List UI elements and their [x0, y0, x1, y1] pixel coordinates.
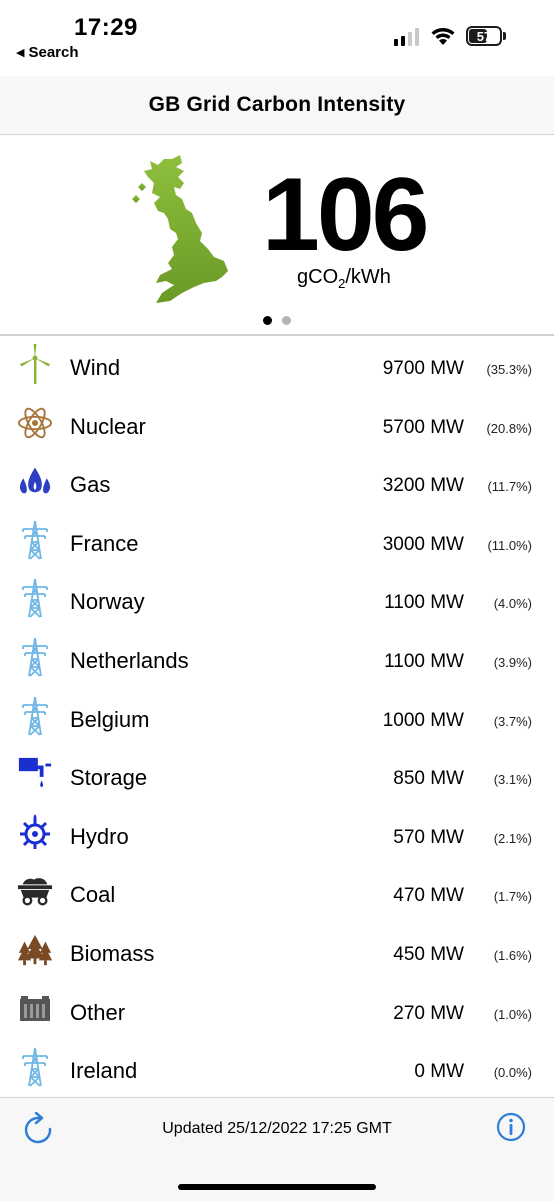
- source-percentage: (0.0%): [493, 1065, 532, 1081]
- source-name: Ireland: [70, 1058, 138, 1084]
- source-megawatts: 1100 MW: [384, 650, 464, 672]
- source-percentage: (4.0%): [493, 596, 532, 612]
- battery-block-icon: [17, 989, 53, 1029]
- list-item[interactable]: Coal 470 MW (1.7%): [0, 863, 554, 922]
- page-dot[interactable]: [282, 316, 291, 325]
- list-item[interactable]: Nuclear 5700 MW (20.8%): [0, 395, 554, 454]
- source-percentage: (3.7%): [493, 713, 532, 729]
- source-percentage: (20.8%): [486, 420, 532, 436]
- source-percentage: (2.1%): [493, 830, 532, 846]
- list-item[interactable]: Hydro 570 MW (2.1%): [0, 805, 554, 864]
- source-megawatts: 1000 MW: [382, 709, 464, 731]
- source-name: Netherlands: [70, 647, 189, 673]
- pylon-icon: [17, 578, 53, 619]
- water-wheel-icon: [17, 813, 53, 853]
- intensity-unit: gCO2/kWh: [297, 266, 391, 291]
- list-item[interactable]: Norway 1100 MW (4.0%): [0, 570, 554, 629]
- source-percentage: (1.0%): [493, 1006, 532, 1022]
- great-britain-map-icon: [132, 155, 228, 303]
- source-name: Wind: [70, 355, 121, 380]
- list-item[interactable]: Belgium 1000 MW (3.7%): [0, 688, 554, 747]
- source-name: Storage: [70, 765, 148, 791]
- navigation-bar: GB Grid Carbon Intensity: [0, 76, 554, 135]
- battery-tip: [503, 32, 506, 40]
- atom-icon: [17, 403, 53, 443]
- pylon-icon: [17, 637, 53, 677]
- source-percentage: (1.6%): [493, 947, 532, 963]
- status-time: 17:29: [74, 14, 138, 41]
- last-updated-text: Updated 25/12/2022 17:25 GMT: [162, 1120, 392, 1137]
- tap-icon: [17, 754, 53, 794]
- source-percentage: (11.0%): [487, 537, 532, 553]
- home-indicator[interactable]: [178, 1184, 376, 1190]
- back-label: Search: [28, 44, 79, 61]
- list-item[interactable]: Gas 3200 MW (11.7%): [0, 453, 554, 512]
- source-megawatts: 3200 MW: [382, 475, 464, 497]
- wind-turbine-icon: [17, 344, 53, 384]
- page-dot-active[interactable]: [263, 316, 272, 325]
- source-megawatts: 5700 MW: [382, 416, 464, 438]
- source-percentage: (1.7%): [493, 889, 532, 905]
- cellular-signal-icon: [394, 28, 419, 46]
- list-item[interactable]: Netherlands 1100 MW (3.9%): [0, 629, 554, 688]
- status-bar: 17:29 ◀ Search 57: [0, 0, 554, 76]
- source-name: France: [70, 530, 139, 556]
- source-name: Gas: [70, 472, 111, 498]
- back-arrow-icon: ◀: [16, 47, 25, 59]
- source-name: Other: [70, 999, 126, 1025]
- flame-icon: [17, 461, 53, 501]
- page-control[interactable]: [263, 316, 291, 325]
- source-name: Nuclear: [70, 413, 146, 439]
- source-megawatts: 470 MW: [393, 885, 464, 907]
- source-percentage: (3.1%): [493, 772, 532, 788]
- list-item[interactable]: Other 270 MW (1.0%): [0, 981, 554, 1040]
- list-item[interactable]: Storage 850 MW (3.1%): [0, 746, 554, 805]
- bottom-toolbar: Updated 25/12/2022 17:25 GMT: [0, 1097, 554, 1201]
- source-name: Belgium: [70, 706, 150, 732]
- coal-cart-icon: [17, 871, 53, 911]
- source-percentage: (35.3%): [486, 362, 532, 377]
- source-name: Norway: [70, 589, 145, 615]
- source-name: Biomass: [70, 940, 155, 966]
- trees-icon: [17, 930, 53, 970]
- source-name: Coal: [70, 882, 116, 908]
- back-to-search-link[interactable]: ◀ Search: [16, 44, 79, 61]
- info-icon[interactable]: [496, 1112, 526, 1142]
- battery-icon: 57: [466, 26, 502, 46]
- source-megawatts: 0 MW: [414, 1061, 464, 1083]
- generation-list: Wind 9700 MW (35.3%) Nuclear 5700 MW (20…: [0, 336, 554, 1098]
- source-percentage: (11.7%): [487, 479, 532, 495]
- source-megawatts: 270 MW: [393, 1002, 464, 1024]
- page-title: GB Grid Carbon Intensity: [148, 93, 406, 116]
- source-megawatts: 570 MW: [393, 826, 464, 848]
- source-megawatts: 450 MW: [393, 943, 464, 965]
- source-megawatts: 3000 MW: [382, 533, 464, 555]
- pylon-icon: [17, 520, 53, 560]
- wifi-icon: [431, 28, 455, 45]
- list-item[interactable]: France 3000 MW (11.0%): [0, 512, 554, 571]
- carbon-intensity-value: 106: [262, 157, 430, 273]
- source-megawatts: 1100 MW: [384, 592, 464, 614]
- source-name: Hydro: [70, 823, 129, 849]
- list-item[interactable]: Ireland 0 MW (0.0%): [0, 1039, 554, 1098]
- intensity-header[interactable]: 106 gCO2/kWh: [0, 135, 554, 336]
- battery-level: 57: [476, 28, 492, 44]
- pylon-icon: [17, 1047, 53, 1087]
- source-megawatts: 850 MW: [393, 768, 464, 790]
- list-item[interactable]: Wind 9700 MW (35.3%): [0, 336, 554, 395]
- pylon-icon: [17, 696, 53, 736]
- source-megawatts: 9700 MW: [382, 358, 464, 379]
- source-percentage: (3.9%): [493, 654, 532, 670]
- list-item[interactable]: Biomass 450 MW (1.6%): [0, 922, 554, 981]
